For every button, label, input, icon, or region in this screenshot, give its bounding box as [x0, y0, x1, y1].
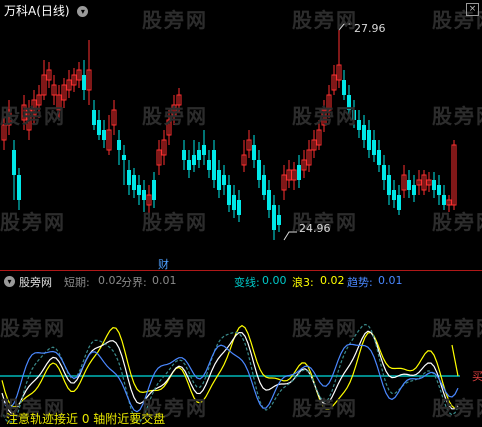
candle-body	[437, 185, 441, 195]
candle-body	[12, 150, 16, 175]
candle-body	[192, 155, 196, 165]
indicator-header: ▾ 股旁网 短期: 0.02 分界: 0.01 变线: 0.00 浪3: 0.0…	[0, 274, 482, 290]
watermark: 股旁网	[292, 104, 358, 128]
watermark: 股旁网	[432, 210, 482, 234]
candle-body	[142, 190, 146, 200]
boundary-line	[1, 323, 459, 423]
legend-change-value: 0.00	[262, 274, 287, 287]
candle-body	[392, 190, 396, 200]
candle-body	[387, 175, 391, 195]
candle-body	[267, 190, 271, 210]
candle-body	[397, 195, 401, 210]
high-price-label: 27.96	[354, 22, 386, 35]
candle-body	[207, 160, 211, 170]
indicator-note: 注意轨迹接近 0 轴附近要交盘	[6, 412, 166, 426]
indicator-name[interactable]: 股旁网	[19, 274, 52, 290]
candle-body	[217, 170, 221, 190]
candle-body	[117, 140, 121, 150]
legend-trend-label: 趋势:	[347, 276, 373, 289]
legend-short-value: 0.02	[98, 274, 123, 287]
watermark: 股旁网	[292, 396, 358, 420]
candle-body	[277, 215, 281, 225]
candle-body	[202, 145, 206, 155]
candle-body	[432, 180, 436, 190]
watermark: 股旁网	[0, 104, 66, 128]
pane-divider[interactable]	[0, 270, 482, 271]
candle-body	[252, 145, 256, 160]
candle-body	[152, 180, 156, 200]
candle-body	[97, 120, 101, 135]
candle-body	[17, 175, 21, 200]
close-icon[interactable]: ×	[466, 3, 479, 16]
legend-change-label: 变线:	[234, 276, 260, 289]
candle-body	[197, 150, 201, 160]
legend-short-label: 短期:	[64, 276, 90, 289]
candle-body	[407, 180, 411, 190]
candle-body	[187, 160, 191, 170]
candle-body	[222, 175, 226, 185]
candle-body	[227, 185, 231, 205]
candle-body	[127, 170, 131, 185]
candle-body	[212, 150, 216, 180]
watermark: 股旁网	[432, 396, 482, 420]
short-term-line	[1, 330, 459, 414]
watermark: 股旁网	[142, 316, 208, 340]
candle-body	[442, 195, 446, 205]
indicator-lines	[0, 323, 460, 423]
candle-body	[257, 160, 261, 180]
legend-wave-value: 0.02	[320, 274, 345, 287]
signal-mark: 买	[472, 370, 482, 383]
watermark: 股旁网	[142, 8, 208, 32]
candle-body	[262, 175, 266, 195]
candlestick-series	[1, 23, 457, 241]
low-price-label: 24.96	[299, 222, 331, 235]
watermark: 股旁网	[142, 210, 208, 234]
watermark: 股旁网	[292, 8, 358, 32]
candle-body	[362, 125, 366, 140]
candle-body	[122, 155, 126, 160]
candle-body	[232, 195, 236, 210]
candle-body	[182, 150, 186, 160]
legend-wave-label: 浪3:	[292, 276, 314, 289]
candle-body	[412, 185, 416, 195]
legend-trend-value: 0.01	[378, 274, 403, 287]
candle-body	[272, 205, 276, 230]
legend-boundary-label: 分界:	[121, 276, 147, 289]
candle-body	[102, 130, 106, 140]
candle-body	[382, 165, 386, 180]
wave3-line	[1, 324, 459, 410]
candle-body	[82, 75, 86, 90]
candle-body	[377, 150, 381, 165]
indicator-menu-icon[interactable]: ▾	[4, 274, 15, 287]
trend-line	[1, 343, 459, 413]
watermark: 股旁网	[292, 316, 358, 340]
candle-body	[137, 185, 141, 195]
stock-name: 万科A(日线)	[4, 4, 70, 18]
watermark: 股旁网	[0, 316, 66, 340]
candle-body	[342, 80, 346, 95]
candle-body	[372, 140, 376, 155]
legend-boundary-value: 0.01	[152, 274, 177, 287]
candle-body	[132, 175, 136, 190]
chart-canvas	[0, 23, 460, 423]
candle-body	[92, 110, 96, 125]
chart-title[interactable]: 万科A(日线) ▾	[4, 2, 89, 19]
watermark: 股旁网	[432, 104, 482, 128]
watermark: 股旁网	[432, 316, 482, 340]
candle-body	[367, 130, 371, 150]
candle-body	[297, 165, 301, 180]
candle-body	[237, 200, 241, 215]
dropdown-icon[interactable]: ▾	[77, 6, 89, 17]
watermark: 股旁网	[0, 210, 66, 234]
watermark: 股旁网	[142, 104, 208, 128]
wave3-line-end	[451, 344, 459, 377]
